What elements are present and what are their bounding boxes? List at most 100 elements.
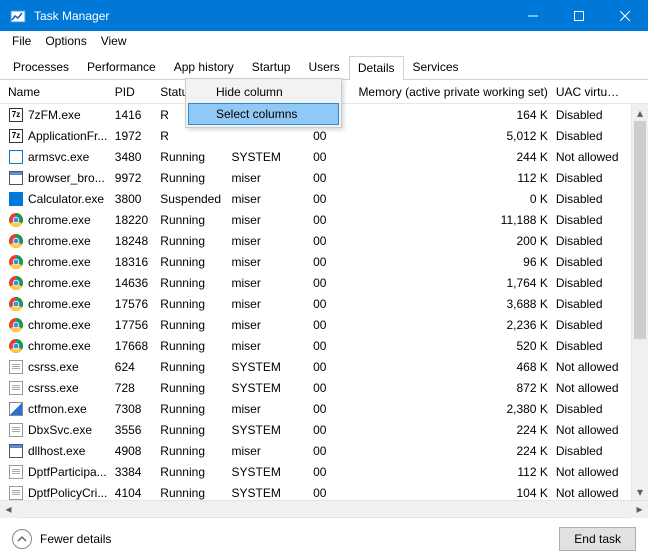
process-user: SYSTEM bbox=[232, 150, 299, 164]
tab-details[interactable]: Details bbox=[349, 56, 404, 80]
process-icon bbox=[8, 149, 24, 165]
process-pid: 3800 bbox=[115, 192, 161, 206]
tab-app-history[interactable]: App history bbox=[165, 55, 243, 79]
process-name: chrome.exe bbox=[28, 234, 91, 248]
menu-view[interactable]: View bbox=[95, 33, 133, 51]
table-row[interactable]: chrome.exe14636Runningmiser001,764 KDisa… bbox=[0, 272, 631, 293]
table-row[interactable]: chrome.exe18248Runningmiser00200 KDisabl… bbox=[0, 230, 631, 251]
table-row[interactable]: csrss.exe624RunningSYSTEM00468 KNot allo… bbox=[0, 356, 631, 377]
menu-options[interactable]: Options bbox=[39, 33, 92, 51]
menu-hide-column[interactable]: Hide column bbox=[188, 81, 339, 103]
process-list[interactable]: 7z7zFM.exe1416R00164 KDisabled7zApplicat… bbox=[0, 104, 648, 500]
process-icon bbox=[8, 296, 24, 312]
table-row[interactable]: DbxSvc.exe3556RunningSYSTEM00224 KNot al… bbox=[0, 419, 631, 440]
process-user: miser bbox=[232, 339, 299, 353]
process-status: Running bbox=[160, 255, 231, 269]
process-uac: Not allowed bbox=[556, 150, 631, 164]
vertical-scrollbar[interactable]: ▴ ▾ bbox=[631, 104, 648, 500]
maximize-button[interactable] bbox=[556, 0, 602, 31]
process-pid: 3384 bbox=[115, 465, 161, 479]
scroll-right-button[interactable]: ▸ bbox=[631, 501, 648, 518]
process-uac: Not allowed bbox=[556, 465, 631, 479]
process-cpu: 00 bbox=[299, 444, 335, 458]
scroll-thumb[interactable] bbox=[634, 121, 646, 339]
header-name[interactable]: Name bbox=[8, 85, 115, 99]
tab-users[interactable]: Users bbox=[299, 55, 348, 79]
table-row[interactable]: chrome.exe17756Runningmiser002,236 KDisa… bbox=[0, 314, 631, 335]
table-row[interactable]: chrome.exe17576Runningmiser003,688 KDisa… bbox=[0, 293, 631, 314]
horizontal-scrollbar[interactable]: ◂ ▸ bbox=[0, 500, 648, 517]
process-uac: Disabled bbox=[556, 234, 631, 248]
table-row[interactable]: Calculator.exe3800Suspendedmiser000 KDis… bbox=[0, 188, 631, 209]
table-row[interactable]: DptfPolicyCri...4104RunningSYSTEM00104 K… bbox=[0, 482, 631, 500]
scroll-track[interactable] bbox=[632, 339, 648, 483]
process-memory: 96 K bbox=[334, 255, 555, 269]
process-status: Running bbox=[160, 213, 231, 227]
scroll-up-button[interactable]: ▴ bbox=[632, 104, 648, 121]
table-row[interactable]: browser_bro...9972Runningmiser00112 KDis… bbox=[0, 167, 631, 188]
tab-startup[interactable]: Startup bbox=[243, 55, 300, 79]
process-icon bbox=[8, 338, 24, 354]
fewer-details-toggle[interactable]: Fewer details bbox=[12, 529, 111, 549]
process-uac: Disabled bbox=[556, 192, 631, 206]
process-name: ApplicationFr... bbox=[28, 129, 107, 143]
table-row[interactable]: dllhost.exe4908Runningmiser00224 KDisabl… bbox=[0, 440, 631, 461]
process-icon bbox=[8, 170, 24, 186]
process-name: chrome.exe bbox=[28, 276, 91, 290]
process-memory: 224 K bbox=[334, 444, 555, 458]
table-row[interactable]: chrome.exe17668Runningmiser00520 KDisabl… bbox=[0, 335, 631, 356]
process-status: R bbox=[160, 129, 231, 143]
tab-services[interactable]: Services bbox=[404, 55, 468, 79]
process-uac: Disabled bbox=[556, 129, 631, 143]
scroll-down-button[interactable]: ▾ bbox=[632, 483, 648, 500]
process-status: Suspended bbox=[160, 192, 231, 206]
process-user: SYSTEM bbox=[232, 423, 299, 437]
process-icon bbox=[8, 464, 24, 480]
process-status: Running bbox=[160, 465, 231, 479]
process-pid: 18248 bbox=[115, 234, 161, 248]
process-memory: 164 K bbox=[334, 108, 555, 122]
process-name: ctfmon.exe bbox=[28, 402, 87, 416]
header-uac[interactable]: UAC virtualization bbox=[556, 85, 631, 99]
process-status: Running bbox=[160, 402, 231, 416]
process-user: miser bbox=[232, 255, 299, 269]
table-row[interactable]: chrome.exe18220Runningmiser0011,188 KDis… bbox=[0, 209, 631, 230]
menu-file[interactable]: File bbox=[6, 33, 37, 51]
menu-select-columns[interactable]: Select columns bbox=[188, 103, 339, 125]
chevron-up-icon bbox=[12, 529, 32, 549]
table-row[interactable]: ctfmon.exe7308Runningmiser002,380 KDisab… bbox=[0, 398, 631, 419]
process-user: miser bbox=[232, 318, 299, 332]
close-button[interactable] bbox=[602, 0, 648, 31]
process-user: miser bbox=[232, 402, 299, 416]
process-memory: 112 K bbox=[334, 465, 555, 479]
process-icon bbox=[8, 212, 24, 228]
table-row[interactable]: DptfParticipa...3384RunningSYSTEM00112 K… bbox=[0, 461, 631, 482]
process-uac: Disabled bbox=[556, 255, 631, 269]
footer: Fewer details End task bbox=[0, 517, 648, 557]
scroll-left-button[interactable]: ◂ bbox=[0, 501, 17, 518]
table-row[interactable]: csrss.exe728RunningSYSTEM00872 KNot allo… bbox=[0, 377, 631, 398]
process-pid: 4908 bbox=[115, 444, 161, 458]
process-name: DbxSvc.exe bbox=[28, 423, 92, 437]
process-memory: 11,188 K bbox=[334, 213, 555, 227]
tab-processes[interactable]: Processes bbox=[4, 55, 78, 79]
table-row[interactable]: armsvc.exe3480RunningSYSTEM00244 KNot al… bbox=[0, 146, 631, 167]
minimize-button[interactable] bbox=[510, 0, 556, 31]
table-row[interactable]: chrome.exe18316Runningmiser0096 KDisable… bbox=[0, 251, 631, 272]
table-row[interactable]: 7zApplicationFr...1972R005,012 KDisabled bbox=[0, 125, 631, 146]
process-status: Running bbox=[160, 297, 231, 311]
process-cpu: 00 bbox=[299, 318, 335, 332]
end-task-button[interactable]: End task bbox=[559, 527, 636, 551]
process-pid: 4104 bbox=[115, 486, 161, 500]
titlebar[interactable]: Task Manager bbox=[0, 0, 648, 31]
process-cpu: 00 bbox=[299, 381, 335, 395]
tab-performance[interactable]: Performance bbox=[78, 55, 165, 79]
process-icon bbox=[8, 485, 24, 501]
process-cpu: 00 bbox=[299, 423, 335, 437]
header-pid[interactable]: PID bbox=[115, 85, 161, 99]
process-memory: 2,236 K bbox=[334, 318, 555, 332]
header-memory[interactable]: Memory (active private working set) bbox=[334, 85, 555, 99]
process-name: browser_bro... bbox=[28, 171, 105, 185]
process-name: armsvc.exe bbox=[28, 150, 89, 164]
tabstrip: Processes Performance App history Startu… bbox=[0, 51, 648, 80]
